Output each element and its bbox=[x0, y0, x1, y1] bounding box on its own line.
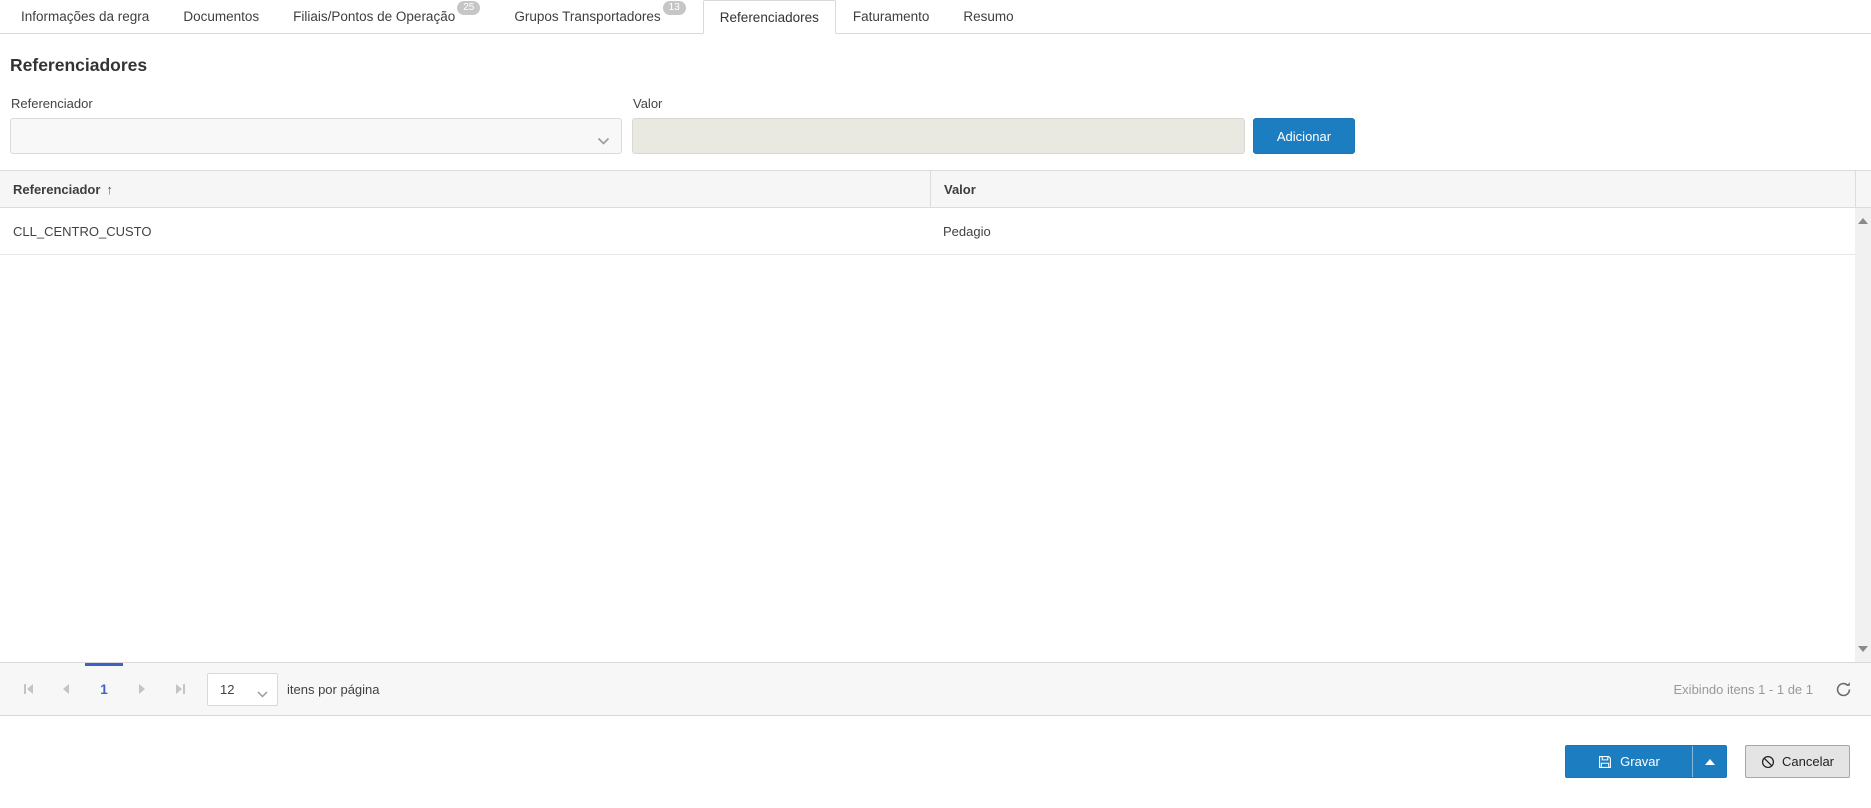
referenciadores-page: Informações da regra Documentos Filiais/… bbox=[0, 0, 1871, 808]
valor-input[interactable] bbox=[632, 118, 1245, 154]
gravar-split-button: Gravar bbox=[1565, 745, 1727, 778]
page-size-value: 12 bbox=[220, 681, 235, 697]
tab-label: Informações da regra bbox=[21, 9, 150, 24]
sort-asc-icon: ↑ bbox=[106, 181, 113, 197]
chevron-down-icon bbox=[257, 687, 268, 702]
valor-label: Valor bbox=[633, 96, 663, 111]
cancelar-button[interactable]: Cancelar bbox=[1745, 745, 1850, 778]
column-header-referenciador[interactable]: Referenciador ↑ bbox=[0, 171, 930, 207]
referenciador-select[interactable] bbox=[10, 118, 622, 154]
header-scrollbar-spacer bbox=[1855, 171, 1871, 207]
referenciador-label: Referenciador bbox=[11, 96, 93, 111]
chevron-down-icon bbox=[597, 133, 610, 151]
gravar-button[interactable]: Gravar bbox=[1566, 746, 1692, 777]
scroll-up-icon[interactable] bbox=[1858, 218, 1868, 224]
arrow-right-icon bbox=[139, 684, 145, 694]
page-size-select[interactable]: 12 bbox=[207, 672, 278, 706]
table-header-row: Referenciador ↑ Valor bbox=[0, 170, 1871, 208]
save-icon bbox=[1599, 755, 1612, 768]
cell-valor: Pedagio bbox=[943, 223, 991, 239]
arrow-left-icon bbox=[63, 684, 69, 694]
pager-info: Exibindo itens 1 - 1 de 1 bbox=[1673, 681, 1813, 697]
cancelar-label: Cancelar bbox=[1781, 754, 1835, 769]
previous-page-button[interactable] bbox=[47, 663, 85, 715]
tab-label: Documentos bbox=[183, 9, 260, 24]
tab-grupos-transportadores[interactable]: Grupos Transportadores 13 bbox=[497, 0, 702, 33]
tab-label: Filiais/Pontos de Operação bbox=[293, 9, 456, 24]
first-page-button[interactable] bbox=[9, 663, 47, 715]
seek-first-icon bbox=[26, 684, 33, 694]
page-title: Referenciadores bbox=[10, 55, 148, 75]
page-number-button[interactable]: 1 bbox=[85, 663, 123, 715]
tab-faturamento[interactable]: Faturamento bbox=[836, 0, 947, 33]
tab-label: Referenciadores bbox=[719, 9, 819, 25]
refresh-icon bbox=[1836, 681, 1850, 696]
adicionar-button[interactable]: Adicionar bbox=[1253, 118, 1355, 154]
last-page-button[interactable] bbox=[161, 663, 199, 715]
count-badge: 25 bbox=[457, 0, 481, 15]
tab-label: Faturamento bbox=[852, 9, 930, 24]
tab-referenciadores[interactable]: Referenciadores bbox=[702, 0, 836, 34]
tab-filiais-pontos-de-operacao[interactable]: Filiais/Pontos de Operação 25 bbox=[276, 0, 497, 33]
refresh-button[interactable] bbox=[1831, 677, 1855, 701]
tab-documentos[interactable]: Documentos bbox=[166, 0, 276, 33]
tab-label: Resumo bbox=[963, 9, 1014, 24]
items-per-page-label: itens por página bbox=[287, 681, 380, 697]
tab-strip: Informações da regra Documentos Filiais/… bbox=[0, 0, 1871, 34]
gravar-options-button[interactable] bbox=[1692, 746, 1726, 777]
table-body: CLL_CENTRO_CUSTO Pedagio bbox=[0, 208, 1871, 662]
tab-informacoes-da-regra[interactable]: Informações da regra bbox=[4, 0, 166, 33]
gravar-label: Gravar bbox=[1620, 754, 1660, 769]
count-badge: 13 bbox=[662, 0, 686, 15]
current-page: 1 bbox=[100, 681, 108, 697]
arrow-up-icon bbox=[1704, 758, 1715, 765]
next-page-button[interactable] bbox=[123, 663, 161, 715]
tab-label: Grupos Transportadores bbox=[514, 9, 661, 24]
column-header-valor[interactable]: Valor bbox=[930, 171, 1855, 207]
vertical-scrollbar[interactable] bbox=[1855, 208, 1871, 662]
cell-referenciador: CLL_CENTRO_CUSTO bbox=[13, 223, 152, 239]
tab-resumo[interactable]: Resumo bbox=[946, 0, 1030, 33]
pager: 1 12 itens por página Exibindo itens 1 -… bbox=[0, 662, 1871, 716]
seek-last-icon bbox=[175, 684, 182, 694]
cancel-icon bbox=[1761, 755, 1775, 768]
scroll-down-icon[interactable] bbox=[1858, 646, 1868, 652]
table-row[interactable]: CLL_CENTRO_CUSTO Pedagio bbox=[0, 208, 1871, 255]
